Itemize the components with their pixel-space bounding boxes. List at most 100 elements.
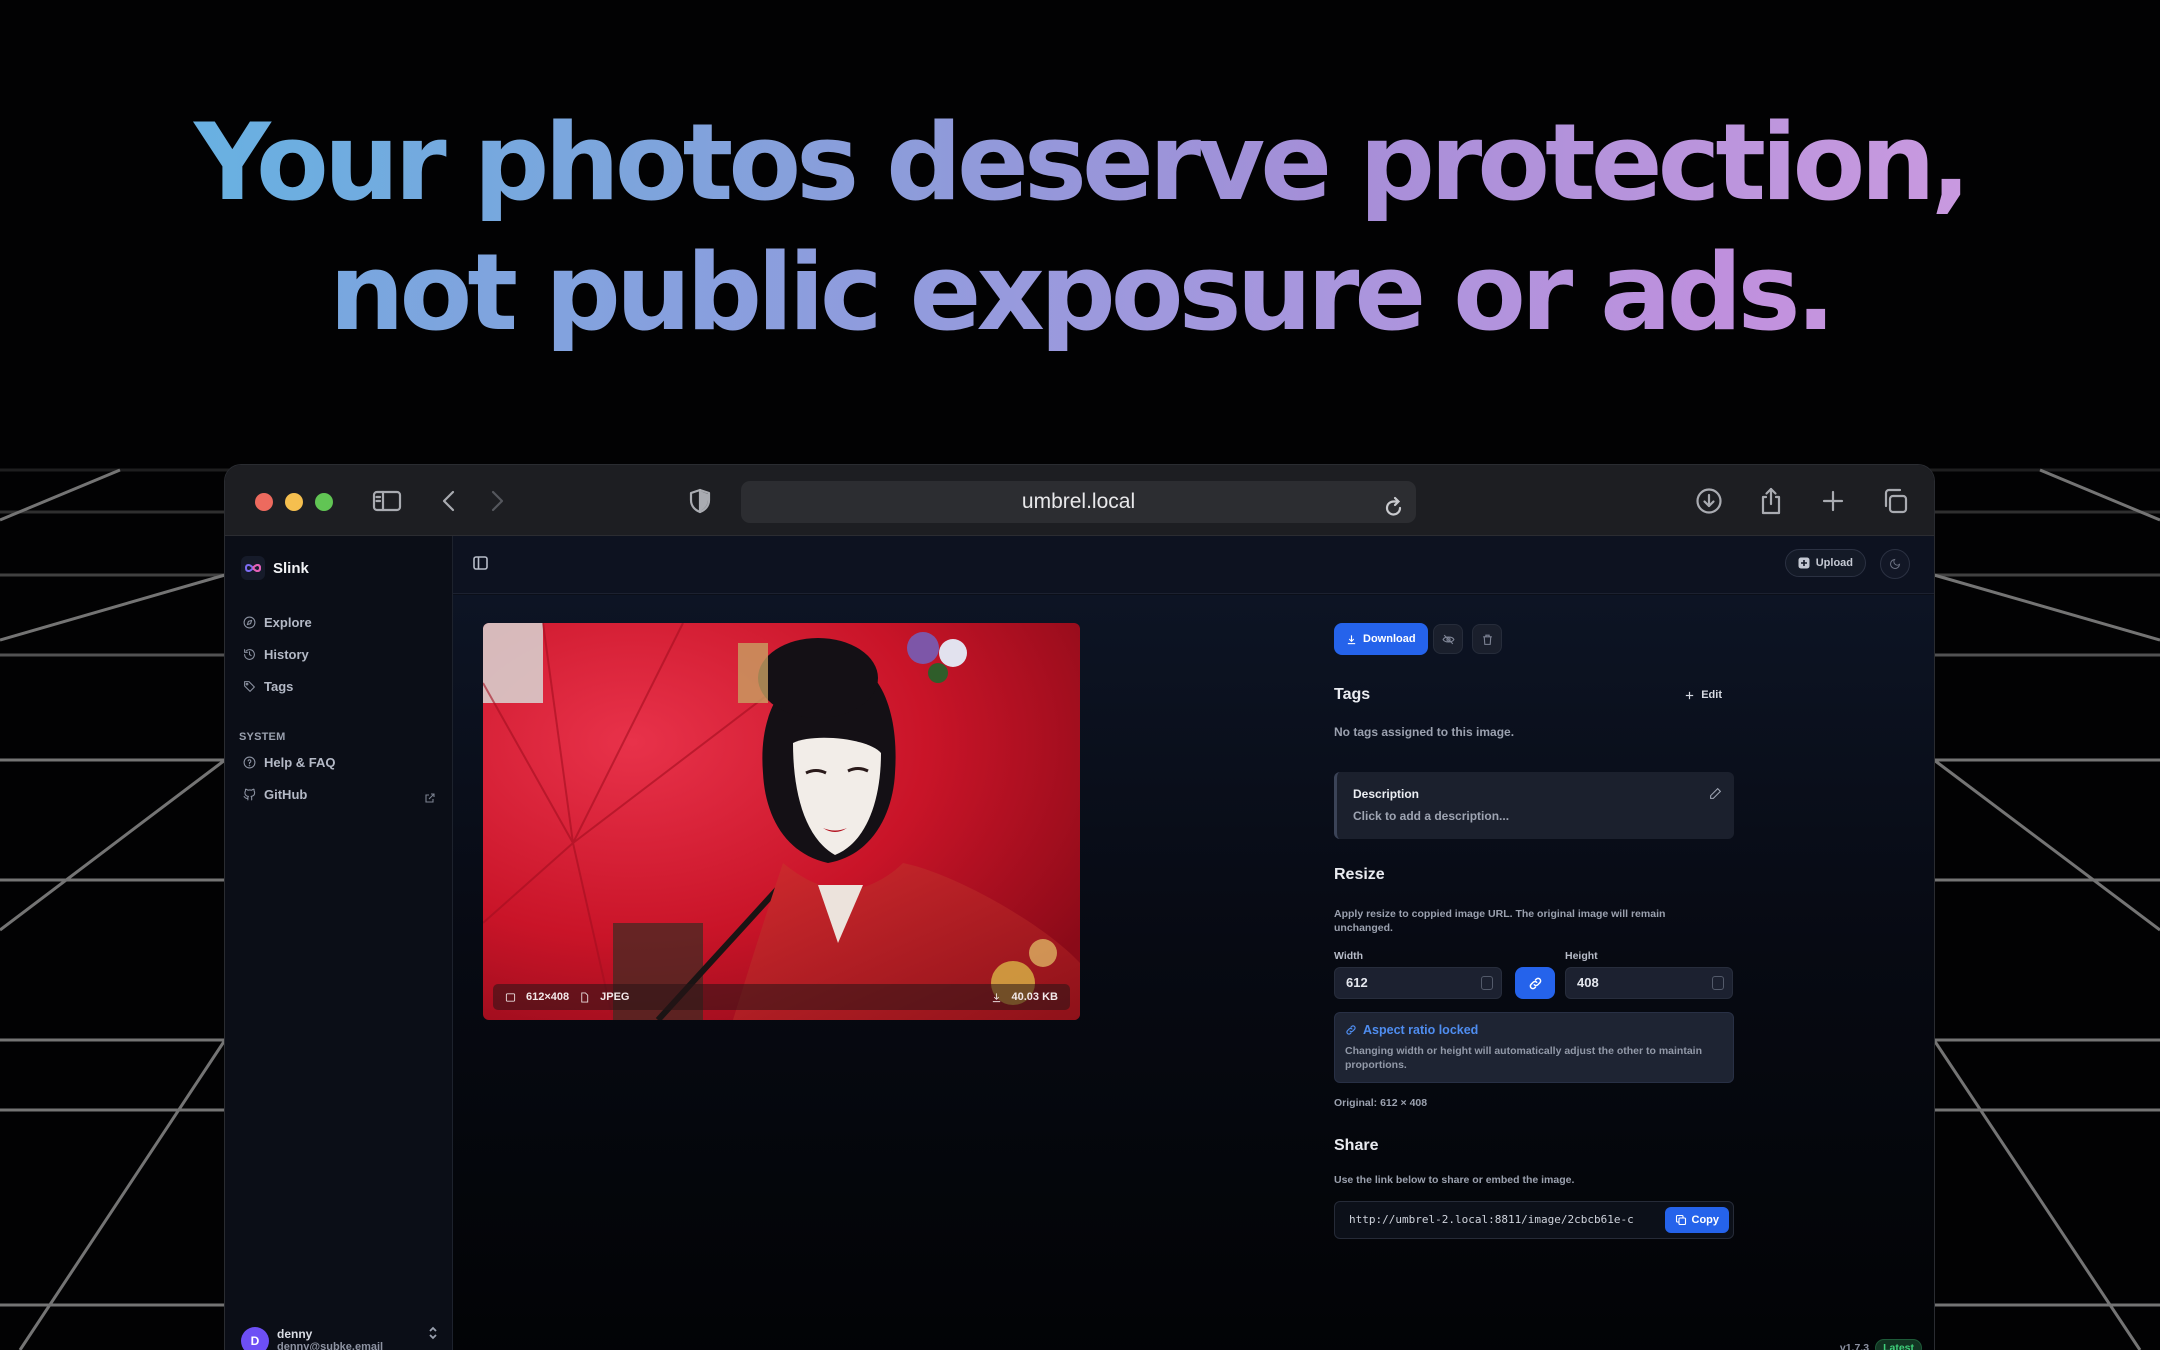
sidebar-item-tags[interactable]: Tags bbox=[243, 679, 293, 694]
share-note: Use the link below to share or embed the… bbox=[1334, 1174, 1575, 1186]
user-email: denny@subke.email bbox=[277, 1341, 384, 1350]
sidebar-item-label: Explore bbox=[264, 615, 312, 630]
image-preview[interactable]: 612×408 JPEG 40.03 KB bbox=[483, 623, 1080, 1020]
aspect-ratio-title-text: Aspect ratio locked bbox=[1363, 1023, 1479, 1037]
download-button[interactable]: Download bbox=[1334, 623, 1428, 655]
sidebar-item-label: GitHub bbox=[264, 787, 308, 802]
trash-icon bbox=[1482, 634, 1492, 645]
github-icon bbox=[243, 788, 256, 801]
pencil-icon[interactable] bbox=[1709, 787, 1722, 805]
sidebar-toggle-icon[interactable] bbox=[473, 556, 488, 575]
user-menu[interactable]: D denny denny@subke.email bbox=[241, 1327, 383, 1350]
back-icon[interactable] bbox=[437, 483, 461, 519]
sidebar-item-explore[interactable]: Explore bbox=[243, 615, 312, 630]
link-icon bbox=[1529, 977, 1541, 989]
status-badge: Latest bbox=[1875, 1339, 1922, 1350]
share-icon[interactable] bbox=[1755, 483, 1787, 519]
link-icon bbox=[1346, 1025, 1356, 1035]
address-bar[interactable]: umbrel.local bbox=[741, 481, 1416, 523]
description-placeholder: Click to add a description... bbox=[1353, 809, 1510, 823]
image-dimensions: 612×408 bbox=[526, 991, 570, 1003]
aspect-ratio-title: Aspect ratio locked bbox=[1345, 1023, 1478, 1037]
copy-icon bbox=[1675, 1214, 1686, 1226]
minimize-window-button[interactable] bbox=[285, 493, 303, 511]
share-url-field[interactable]: http://umbrel-2.local:8811/image/2cbcb61… bbox=[1334, 1201, 1734, 1239]
url-text: umbrel.local bbox=[1021, 490, 1136, 513]
chevron-up-down-icon[interactable] bbox=[428, 1326, 438, 1345]
sidebar-item-label: Help & FAQ bbox=[264, 755, 336, 770]
download-label: Download bbox=[1363, 633, 1416, 645]
browser-window: umbrel.local Slink Explore History Tags … bbox=[225, 465, 1934, 1350]
file-icon bbox=[581, 991, 589, 1003]
height-value: 408 bbox=[1577, 975, 1599, 990]
sidebar-item-history[interactable]: History bbox=[243, 647, 309, 662]
description-title: Description bbox=[1353, 787, 1420, 801]
moon-icon bbox=[1890, 558, 1901, 569]
download-icon bbox=[1347, 634, 1356, 644]
description-editor[interactable]: Description Click to add a description..… bbox=[1334, 772, 1734, 839]
aspect-ratio-notice: Aspect ratio locked Changing width or he… bbox=[1334, 1012, 1734, 1083]
tags-heading: Tags bbox=[1334, 686, 1371, 703]
hero-headline: Your photos deserve protection, not publ… bbox=[0, 98, 2160, 358]
tabs-overview-icon[interactable] bbox=[1879, 483, 1911, 519]
resize-note: Apply resize to coppied image URL. The o… bbox=[1334, 908, 1666, 934]
image-size: 40.03 KB bbox=[1011, 991, 1058, 1003]
height-label: Height bbox=[1565, 950, 1598, 962]
app-sidebar: Slink Explore History Tags SYSTEM Help &… bbox=[225, 536, 453, 1350]
hero-line-2: not public exposure or ads. bbox=[0, 228, 2160, 358]
external-link-icon bbox=[424, 791, 436, 809]
dimensions-icon bbox=[505, 992, 516, 1002]
visibility-button[interactable] bbox=[1433, 624, 1463, 654]
shield-icon[interactable] bbox=[687, 483, 713, 519]
delete-button[interactable] bbox=[1472, 624, 1502, 654]
sidebar-icon[interactable] bbox=[370, 483, 404, 519]
height-stepper[interactable] bbox=[1712, 976, 1724, 990]
tag-icon bbox=[244, 681, 255, 692]
hero-line-1: Your photos deserve protection, bbox=[0, 98, 2160, 228]
image-meta-bar: 612×408 JPEG 40.03 KB bbox=[493, 984, 1070, 1010]
download-size-icon bbox=[992, 992, 1000, 1002]
user-name: denny bbox=[277, 1327, 313, 1341]
new-tab-icon[interactable] bbox=[1817, 483, 1849, 519]
version-number: v1.7.3 bbox=[1839, 1342, 1870, 1350]
compass-icon bbox=[243, 616, 256, 629]
width-input[interactable]: 612 bbox=[1334, 967, 1502, 999]
history-icon bbox=[244, 649, 255, 660]
resize-heading: Resize bbox=[1334, 866, 1385, 883]
avatar: D bbox=[241, 1327, 269, 1350]
share-url: http://umbrel-2.local:8811/image/2cbcb61… bbox=[1349, 1213, 1634, 1226]
reload-icon[interactable] bbox=[1384, 491, 1404, 533]
width-stepper[interactable] bbox=[1481, 976, 1493, 990]
sidebar-section-system: SYSTEM bbox=[239, 731, 286, 743]
geisha-photo bbox=[483, 623, 1080, 1020]
image-format: JPEG bbox=[600, 991, 630, 1003]
sidebar-item-label: History bbox=[264, 647, 309, 662]
theme-toggle-button[interactable] bbox=[1880, 549, 1910, 579]
forward-icon[interactable] bbox=[485, 483, 509, 519]
aspect-lock-button[interactable] bbox=[1515, 967, 1555, 999]
slink-logo-icon bbox=[241, 556, 265, 580]
original-dimensions: Original: 612 × 408 bbox=[1334, 1097, 1428, 1109]
close-window-button[interactable] bbox=[255, 493, 273, 511]
no-tags-message: No tags assigned to this image. bbox=[1334, 725, 1515, 739]
upload-label: Upload bbox=[1815, 557, 1853, 569]
download-icon[interactable] bbox=[1693, 483, 1725, 519]
sidebar-item-github[interactable]: GitHub bbox=[243, 787, 307, 802]
zoom-window-button[interactable] bbox=[315, 493, 333, 511]
edit-tags-button[interactable]: Edit bbox=[1684, 689, 1722, 701]
app-brand[interactable]: Slink bbox=[241, 556, 309, 580]
sidebar-item-label: Tags bbox=[264, 679, 294, 694]
copy-button[interactable]: Copy bbox=[1664, 1207, 1729, 1233]
app-topbar: Upload bbox=[453, 536, 1934, 594]
share-heading: Share bbox=[1334, 1137, 1379, 1154]
sidebar-item-help[interactable]: Help & FAQ bbox=[243, 755, 336, 770]
height-input[interactable]: 408 bbox=[1565, 967, 1733, 999]
app-name: Slink bbox=[273, 559, 309, 577]
width-value: 612 bbox=[1346, 975, 1368, 990]
copy-label: Copy bbox=[1691, 1214, 1720, 1226]
upload-button[interactable]: Upload bbox=[1784, 549, 1866, 577]
aspect-ratio-text: Changing width or height will automatica… bbox=[1345, 1045, 1703, 1071]
browser-toolbar: umbrel.local bbox=[225, 465, 1934, 536]
width-label: Width bbox=[1334, 950, 1364, 962]
upload-plus-icon bbox=[1798, 557, 1810, 569]
